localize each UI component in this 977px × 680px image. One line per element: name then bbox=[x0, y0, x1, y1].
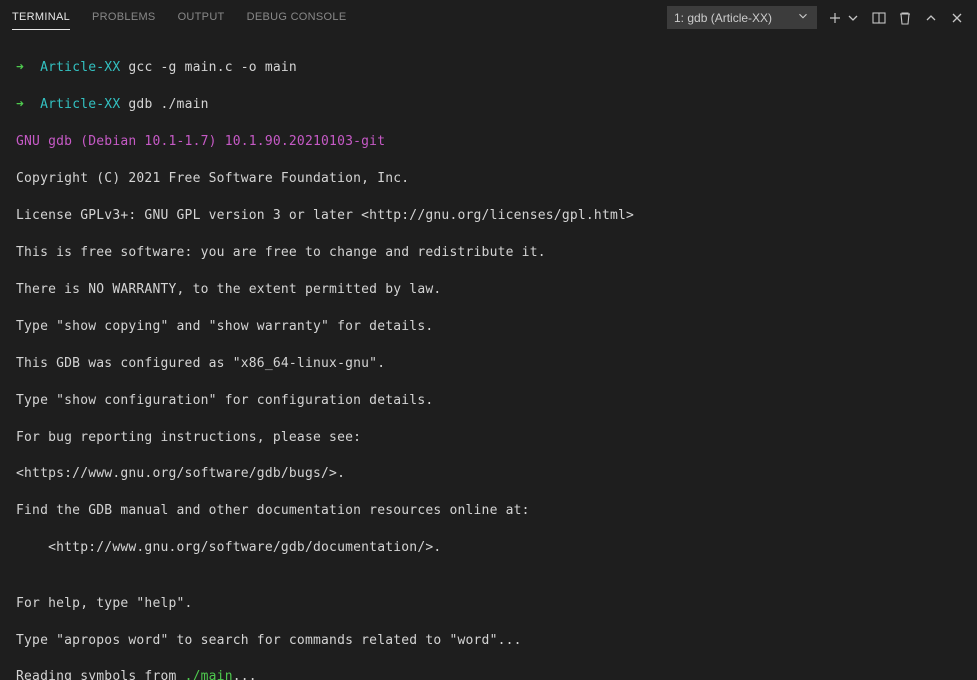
terminal-selector-label: 1: gdb (Article-XX) bbox=[674, 11, 772, 25]
terminal-selector-dropdown[interactable]: 1: gdb (Article-XX) bbox=[667, 6, 817, 29]
maximize-panel-icon[interactable] bbox=[923, 10, 939, 26]
close-panel-icon[interactable] bbox=[949, 10, 965, 26]
tab-terminal[interactable]: TERMINAL bbox=[12, 5, 70, 30]
panel-header: TERMINAL PROBLEMS OUTPUT DEBUG CONSOLE 1… bbox=[0, 0, 977, 35]
split-terminal-icon[interactable] bbox=[871, 10, 887, 26]
panel-actions bbox=[827, 10, 965, 26]
panel-tabs: TERMINAL PROBLEMS OUTPUT DEBUG CONSOLE bbox=[12, 5, 346, 30]
kill-terminal-icon[interactable] bbox=[897, 10, 913, 26]
chevron-down-icon bbox=[796, 9, 810, 26]
new-terminal-icon[interactable] bbox=[827, 10, 843, 26]
tab-debug-console[interactable]: DEBUG CONSOLE bbox=[247, 5, 347, 30]
terminal-output[interactable]: ➜ Article-XX gcc -g main.c -o main ➜ Art… bbox=[0, 35, 977, 680]
tab-problems[interactable]: PROBLEMS bbox=[92, 5, 156, 30]
tab-output[interactable]: OUTPUT bbox=[178, 5, 225, 30]
chevron-down-small-icon[interactable] bbox=[845, 10, 861, 26]
